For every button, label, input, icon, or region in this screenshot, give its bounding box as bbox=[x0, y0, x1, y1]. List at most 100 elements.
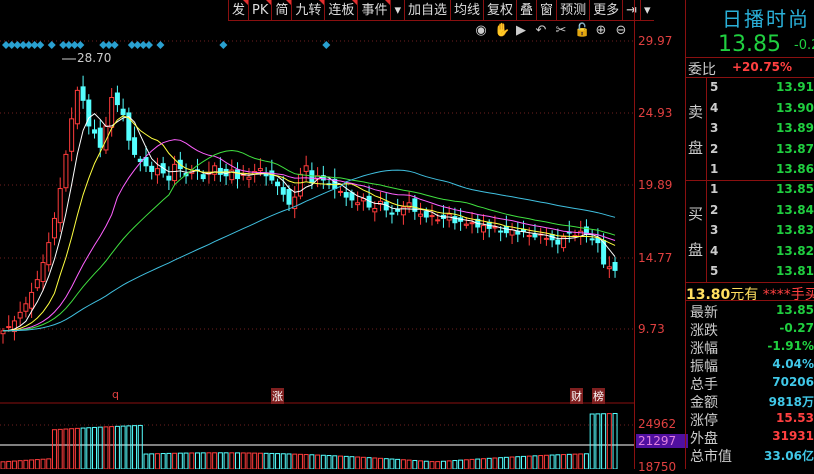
eye-icon[interactable]: ◉ bbox=[474, 23, 488, 38]
toolbar-item[interactable]: 均线 bbox=[450, 0, 483, 21]
candle-body bbox=[23, 303, 29, 312]
volume-bar bbox=[509, 456, 515, 469]
toolbar-item[interactable]: ⇥ bbox=[622, 0, 640, 21]
event-diamond-marker bbox=[110, 41, 119, 49]
volume-bar bbox=[412, 459, 418, 469]
stat-row: 外盘 31931 bbox=[690, 428, 814, 447]
zoom-in-icon[interactable]: ⊕ bbox=[594, 23, 608, 38]
hand-icon[interactable]: ✋ bbox=[494, 23, 510, 38]
candle-body bbox=[498, 230, 504, 233]
volume-bar bbox=[372, 457, 378, 469]
volume-bar bbox=[343, 455, 349, 469]
stat-value: 9818万 bbox=[768, 395, 814, 409]
candle-body bbox=[400, 206, 406, 216]
candle-body bbox=[40, 262, 46, 283]
book-price: 13.89 bbox=[776, 121, 814, 135]
event-mark-finance[interactable]: 财 bbox=[570, 388, 583, 404]
candle-body bbox=[480, 225, 486, 233]
candle-body bbox=[429, 215, 435, 218]
stat-value: 31931 bbox=[772, 429, 814, 443]
volume-bar bbox=[543, 454, 549, 469]
candle-body bbox=[418, 213, 424, 217]
volume-bar bbox=[51, 429, 57, 469]
toolbar-item[interactable]: 简 bbox=[271, 0, 292, 21]
volume-bar bbox=[235, 452, 241, 469]
toolbar-item[interactable]: 窗 bbox=[536, 0, 556, 21]
volume-bar bbox=[555, 454, 561, 469]
volume-bar bbox=[378, 457, 384, 469]
volume-bar bbox=[612, 413, 618, 469]
stock-price: 13.85 bbox=[718, 32, 781, 57]
volume-bar bbox=[458, 459, 464, 469]
stat-value: 70206 bbox=[772, 375, 814, 389]
volume-bar bbox=[589, 413, 595, 469]
candle-body bbox=[337, 190, 343, 193]
volume-bar bbox=[172, 452, 178, 469]
lock-icon[interactable]: 🔓 bbox=[574, 23, 590, 38]
volume-bar bbox=[515, 456, 521, 469]
candle-body bbox=[492, 226, 498, 229]
candle-body bbox=[166, 175, 172, 181]
volume-bar bbox=[69, 428, 75, 469]
stat-value: 15.53 bbox=[776, 411, 814, 425]
toolbar-item[interactable]: ▾ bbox=[390, 0, 404, 21]
undo-icon[interactable]: ↶ bbox=[534, 23, 548, 38]
candle-body bbox=[109, 96, 115, 128]
toolbar-item[interactable]: 事件 bbox=[357, 0, 391, 21]
candle-body bbox=[303, 165, 309, 172]
candle-body bbox=[389, 212, 395, 215]
candle-body bbox=[515, 231, 521, 235]
volume-bar bbox=[583, 453, 589, 469]
volume-bar bbox=[286, 453, 292, 469]
candle-body bbox=[212, 165, 218, 175]
toolbar-item[interactable]: 预测 bbox=[556, 0, 589, 21]
volume-bar bbox=[143, 453, 149, 469]
toolbar-item[interactable]: 发 bbox=[228, 0, 249, 21]
volume-bar bbox=[212, 452, 218, 469]
volume-bar bbox=[498, 457, 504, 469]
volume-bar bbox=[572, 453, 578, 469]
toolbar-item[interactable]: 加自选 bbox=[403, 0, 450, 21]
toolbar-item[interactable]: 更多 bbox=[589, 0, 622, 21]
volume-axis-label: 18750 bbox=[638, 460, 677, 474]
toolbar-item[interactable]: 连板 bbox=[324, 0, 358, 21]
candle-body bbox=[74, 89, 80, 125]
candle-body bbox=[17, 311, 23, 319]
scissors-icon[interactable]: ✂ bbox=[554, 23, 568, 38]
book-price: 13.85 bbox=[776, 182, 814, 196]
event-diamond-marker bbox=[322, 41, 331, 49]
play-icon[interactable]: ▶ bbox=[514, 23, 528, 38]
event-mark-q[interactable]: q bbox=[111, 388, 120, 401]
buy-label: 买 bbox=[688, 205, 704, 223]
volume-bar bbox=[492, 457, 498, 469]
book-level: 2 bbox=[710, 141, 719, 156]
book-price: 13.90 bbox=[776, 100, 814, 115]
candle-body bbox=[92, 129, 98, 134]
volume-bar bbox=[332, 455, 338, 469]
volume-bar bbox=[521, 455, 527, 469]
stat-label: 最新 bbox=[690, 305, 718, 321]
buy-label: 盘 bbox=[688, 241, 704, 259]
volume-bar bbox=[183, 452, 189, 469]
toolbar-item[interactable]: 叠 bbox=[516, 0, 536, 21]
volume-bar bbox=[189, 452, 195, 469]
volume-bar bbox=[503, 456, 509, 469]
volume-bar bbox=[320, 454, 326, 469]
stat-label: 涨幅 bbox=[690, 341, 718, 357]
volume-bar bbox=[383, 458, 389, 469]
toolbar-item[interactable]: 复权 bbox=[483, 0, 516, 21]
volume-bar bbox=[280, 453, 286, 469]
event-mark-ranking[interactable]: 榜 bbox=[592, 388, 605, 404]
event-mark-limit-up[interactable]: 涨 bbox=[271, 388, 284, 404]
toolbar-item[interactable]: 九转 bbox=[291, 0, 325, 21]
volume-bar bbox=[86, 427, 92, 469]
volume-bar bbox=[578, 453, 584, 469]
candle-body bbox=[423, 211, 429, 218]
toolbar-item[interactable]: ▾ bbox=[640, 0, 654, 21]
zoom-out-icon[interactable]: ⊖ bbox=[614, 23, 628, 38]
candle-body bbox=[57, 188, 63, 224]
book-price: 13.84 bbox=[776, 202, 814, 217]
volume-bar bbox=[355, 456, 361, 469]
toolbar-item[interactable]: PK bbox=[248, 0, 272, 21]
kline-chart[interactable] bbox=[0, 0, 634, 469]
